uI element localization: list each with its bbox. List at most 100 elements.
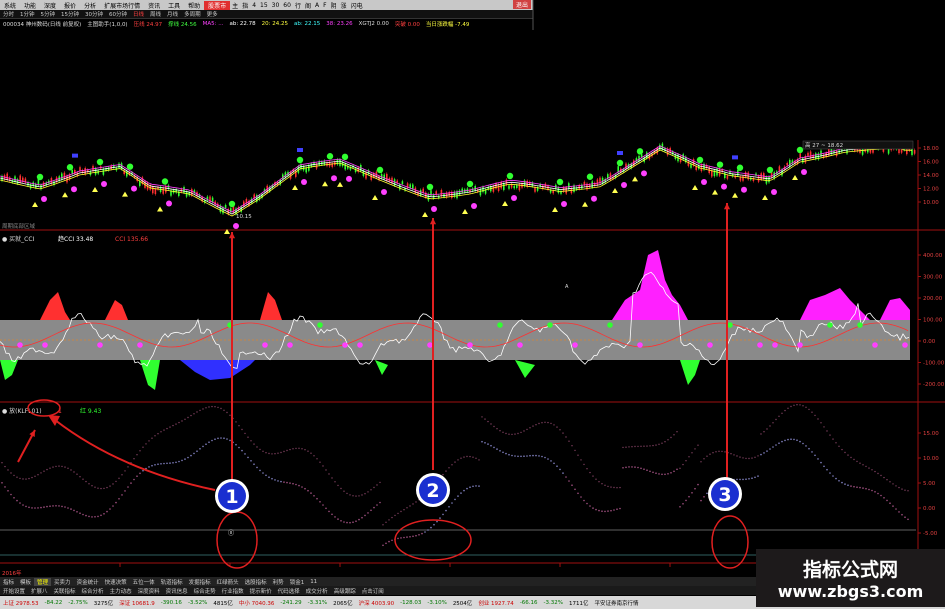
osc-dot-2	[493, 425, 495, 428]
indicator-tab-1[interactable]: 模板	[17, 578, 34, 586]
osc-dot	[7, 490, 9, 492]
osc-dot-2	[331, 477, 333, 479]
sell-marker	[701, 179, 707, 185]
annotation-badge-label-3: 3	[718, 484, 731, 506]
osc-dot-2	[853, 458, 855, 461]
blue-flag-marker	[617, 151, 623, 155]
osc-dot	[661, 473, 663, 476]
indicator-tab-6[interactable]: 五位一体	[130, 578, 158, 586]
indicator-tab-11[interactable]: 利势	[270, 578, 287, 586]
indicator-tab-0[interactable]: 指标	[0, 578, 17, 586]
function-tab-5[interactable]: 深度资料	[135, 587, 163, 595]
osc-dot	[238, 446, 240, 449]
function-tab-8[interactable]: 行业指数	[219, 587, 247, 595]
cci-buy-marker	[497, 322, 503, 328]
candle-body	[744, 172, 747, 178]
function-tab-7[interactable]: 综合走势	[191, 587, 219, 595]
candle-body	[565, 187, 567, 194]
indicator-tab-13[interactable]: 11	[307, 579, 320, 585]
osc-dot	[649, 470, 651, 473]
osc-dot-2	[628, 446, 630, 448]
buy-marker	[466, 180, 474, 188]
osc-dot-2	[601, 483, 603, 485]
function-tab-13[interactable]: 点击订阅	[359, 587, 387, 595]
osc-dot	[475, 485, 477, 487]
osc-dot-2	[766, 428, 768, 430]
indicator-tab-8[interactable]: 发掘指标	[186, 578, 214, 586]
osc-dot-2	[223, 409, 225, 411]
osc-dot-2	[862, 464, 864, 466]
buy-marker	[586, 173, 594, 180]
osc-dot	[283, 481, 285, 483]
function-tab-11[interactable]: 成交分析	[303, 587, 331, 595]
candle-body	[370, 174, 372, 180]
indicator-tab-7[interactable]: 轨道指标	[158, 578, 186, 586]
osc-dot-2	[28, 477, 30, 480]
buy-marker	[326, 153, 334, 160]
osc-dot-2	[670, 436, 672, 439]
buy-marker	[636, 148, 644, 155]
osc-dot-2	[151, 437, 153, 439]
osc-dot-2	[388, 519, 390, 521]
osc-dot	[553, 462, 555, 465]
osc-dot-2	[742, 457, 744, 459]
function-tab-3[interactable]: 综合分析	[79, 587, 107, 595]
candle-body	[770, 172, 773, 178]
warning-marker	[292, 185, 298, 190]
osc-dot	[634, 466, 636, 468]
osc-dot	[217, 437, 219, 440]
indicator-tab-4[interactable]: 资金统计	[74, 578, 102, 586]
cci-blue-fill	[180, 360, 255, 380]
function-tab-2[interactable]: 关联指标	[51, 587, 79, 595]
indicator-tab-2[interactable]: 管理	[34, 577, 52, 586]
osc-dot	[844, 483, 846, 485]
osc-dot	[760, 453, 762, 456]
osc-dot	[277, 480, 279, 482]
function-tab-0[interactable]: 开始设置	[0, 587, 28, 595]
candle-body	[79, 167, 81, 171]
indicator-tab-10[interactable]: 选股指标	[242, 578, 270, 586]
osc-dot	[763, 452, 765, 454]
osc-dot-2	[109, 485, 111, 487]
indicator-tab-5[interactable]: 快速决策	[102, 578, 130, 586]
osc-dot	[850, 485, 852, 487]
osc-dot-2	[319, 461, 321, 463]
function-tab-12[interactable]: 高级跟踪	[331, 587, 359, 595]
indicator-tabs: 指标 模板 管理 买卖力 资金统计 快速决策 五位一体 轨道指标 发掘指标 红绿箭头 选股指标 利势锁…	[0, 577, 756, 586]
candle-body	[646, 152, 648, 159]
osc-dot-2	[889, 481, 891, 483]
osc-dot-2	[472, 456, 474, 458]
indicator-tab-3[interactable]: 买卖力	[51, 578, 74, 586]
osc-dot	[862, 487, 864, 489]
osc-dot-2	[127, 466, 129, 468]
function-tab-6[interactable]: 资讯信息	[163, 587, 191, 595]
osc-dot	[841, 481, 843, 484]
candle-body	[6, 173, 8, 180]
osc-dot	[157, 463, 159, 466]
function-tab-1[interactable]: 扩展八	[28, 587, 51, 595]
osc-dot	[682, 503, 684, 505]
osc-dot-2	[154, 435, 156, 437]
osc-dot-2	[466, 455, 468, 458]
watermark-title: 指标公式网	[802, 559, 898, 581]
osc-dot	[106, 510, 108, 513]
price-tick-1: 16.00	[923, 160, 939, 166]
osc-dot-2	[565, 436, 567, 438]
function-tabs: 开始设置 扩展八 关联指标 综合分析 主力动态 深度资料 资讯信息 综合走势 行业指数 提示新价代…	[0, 586, 756, 595]
osc-dot	[625, 466, 627, 469]
chart-canvas[interactable]: 18.0016.0014.0012.0010.0010.15高 27 ~ 18.…	[0, 0, 945, 577]
osc-dot-2	[19, 477, 21, 480]
function-tab-10[interactable]: 代码选择	[275, 587, 303, 595]
osc-dot	[76, 511, 78, 513]
indicator-tab-9[interactable]: 红绿箭头	[214, 578, 242, 586]
osc-dot	[466, 487, 468, 490]
indicator-tab-12[interactable]: 锁金1	[287, 578, 308, 586]
osc-dot-2	[367, 491, 369, 493]
osc-dot-2	[838, 445, 840, 447]
osc-dot-2	[652, 444, 654, 447]
function-tab-4[interactable]: 主力动态	[107, 587, 135, 595]
function-tab-9[interactable]: 提示新价	[247, 587, 275, 595]
osc-dot-2	[286, 449, 288, 452]
warning-marker	[62, 192, 68, 198]
osc-dot-2	[754, 456, 756, 458]
